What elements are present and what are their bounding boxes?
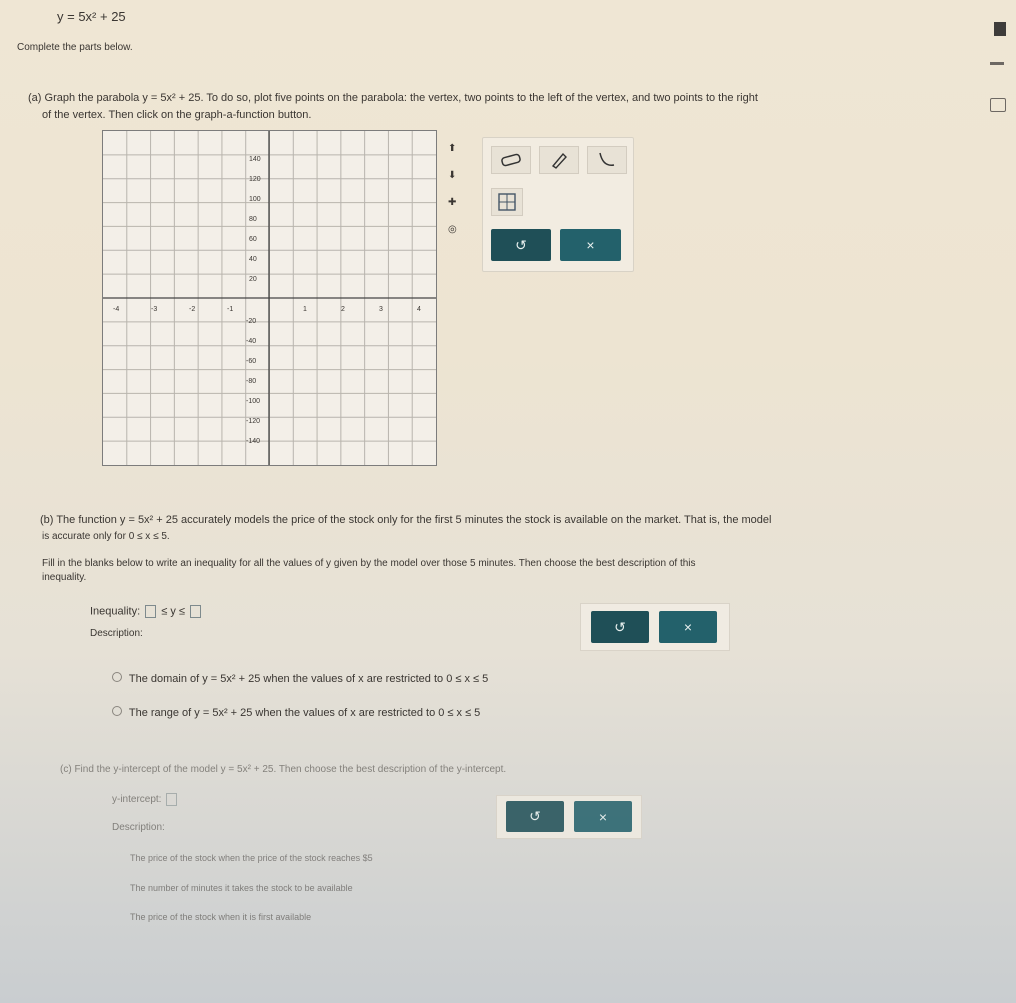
y-tick-label: 60 bbox=[249, 236, 257, 243]
x-tick-label: 1 bbox=[303, 306, 307, 313]
part-b-option-2[interactable]: The range of y = 5x² + 25 when the value… bbox=[112, 706, 480, 719]
part-c-option-1[interactable]: The price of the stock when the price of… bbox=[130, 853, 373, 863]
part-b-instr-2: inequality. bbox=[42, 572, 87, 583]
part-b-instr-1: Fill in the blanks below to write an ine… bbox=[42, 558, 696, 569]
part-b-option-2-text: The range of y = 5x² + 25 when the value… bbox=[128, 707, 481, 719]
part-b-option-1-text: The domain of y = 5x² + 25 when the valu… bbox=[128, 673, 489, 685]
y-tick-label: -100 bbox=[246, 398, 260, 405]
y-tick-label: -140 bbox=[246, 438, 260, 445]
radio-button[interactable] bbox=[112, 672, 122, 682]
x-tick-label: 3 bbox=[379, 306, 383, 313]
y-tick-label: 20 bbox=[249, 276, 257, 283]
part-b-undo-button[interactable]: ↺ bbox=[591, 611, 649, 643]
part-a-text-2: of the vertex. Then click on the graph-a… bbox=[42, 109, 312, 121]
part-c-clear-button[interactable]: × bbox=[574, 801, 632, 832]
x-tick-label: -3 bbox=[151, 306, 157, 313]
inequality-lower-input[interactable] bbox=[145, 605, 157, 618]
inequality-middle: ≤ y ≤ bbox=[161, 605, 185, 618]
y-tick-label: -20 bbox=[246, 318, 256, 325]
part-b-description-label: Description: bbox=[90, 628, 143, 639]
graph-clear-button[interactable]: × bbox=[560, 229, 621, 261]
x-tick-label: 4 bbox=[417, 306, 421, 313]
graph-canvas[interactable]: -4 -3 -2 -1 1 2 3 4 140 120 100 80 60 40 20 -20 -40 -60 -… bbox=[102, 130, 437, 466]
y-tick-label: 140 bbox=[249, 156, 261, 163]
part-c-option-3[interactable]: The price of the stock when it is first … bbox=[130, 912, 311, 922]
y-tick-label: -120 bbox=[246, 418, 260, 425]
grid-icon[interactable] bbox=[491, 188, 523, 216]
graph-undo-button[interactable]: ↺ bbox=[491, 229, 551, 261]
part-b-label: (b) bbox=[40, 514, 54, 526]
part-c-description-label: Description: bbox=[112, 822, 165, 833]
part-b-text-2: is accurate only for 0 ≤ x ≤ 5. bbox=[42, 531, 170, 542]
y-tick-label: -60 bbox=[246, 358, 256, 365]
part-c-undo-button[interactable]: ↺ bbox=[506, 801, 564, 832]
part-c-option-2[interactable]: The number of minutes it takes the stock… bbox=[130, 883, 353, 893]
y-intercept-label: y-intercept: bbox=[112, 794, 162, 806]
y-tick-label: 120 bbox=[249, 176, 261, 183]
y-tick-label: 100 bbox=[249, 196, 261, 203]
zoom-out-icon[interactable]: ⬇ bbox=[448, 170, 456, 181]
x-tick-label: -2 bbox=[189, 306, 195, 313]
x-tick-label: -1 bbox=[227, 306, 233, 313]
part-c-action-panel: ↺ × bbox=[496, 795, 642, 839]
y-tick-label: 40 bbox=[249, 256, 257, 263]
radio-button[interactable] bbox=[112, 706, 122, 716]
y-tick-label: 80 bbox=[249, 216, 257, 223]
instruction-text: Complete the parts below. bbox=[17, 42, 133, 53]
inequality-label: Inequality: bbox=[90, 605, 141, 618]
eraser-icon[interactable] bbox=[491, 146, 531, 174]
zoom-in-icon[interactable]: ⬆ bbox=[448, 143, 456, 154]
y-intercept-input[interactable] bbox=[166, 793, 178, 806]
x-tick-label: -4 bbox=[113, 306, 119, 313]
y-tick-label: -40 bbox=[246, 338, 256, 345]
reset-view-icon[interactable]: ◎ bbox=[448, 224, 457, 235]
part-b-action-panel: ↺ × bbox=[580, 603, 730, 651]
part-a-text-1: Graph the parabola y = 5x² + 25. To do s… bbox=[44, 92, 758, 104]
part-a-label: (a) bbox=[28, 92, 42, 104]
y-tick-label: -80 bbox=[246, 378, 256, 385]
pencil-icon[interactable] bbox=[539, 146, 579, 174]
part-b-text-1: The function y = 5x² + 25 accurately mod… bbox=[56, 514, 772, 526]
y-intercept-row: y-intercept: bbox=[112, 793, 179, 806]
part-c-text: Find the y-intercept of the model y = 5x… bbox=[74, 764, 507, 775]
part-b-option-1[interactable]: The domain of y = 5x² + 25 when the valu… bbox=[112, 672, 488, 685]
part-c-label: (c) bbox=[60, 764, 72, 775]
graph-tool-panel: ↺ × bbox=[482, 137, 634, 272]
graph-grid[interactable]: -4 -3 -2 -1 1 2 3 4 140 120 100 80 60 40 20 -20 -40 -60 -… bbox=[103, 131, 436, 465]
scroll-handle[interactable] bbox=[994, 22, 1006, 36]
pan-icon[interactable]: ✚ bbox=[448, 197, 456, 208]
part-b-clear-button[interactable]: × bbox=[659, 611, 717, 643]
x-tick-label: 2 bbox=[341, 306, 345, 313]
settings-icon[interactable] bbox=[990, 98, 1006, 112]
minimize-icon[interactable] bbox=[990, 62, 1004, 65]
inequality-upper-input[interactable] bbox=[190, 605, 202, 618]
inequality-row: Inequality: ≤ y ≤ bbox=[90, 605, 203, 618]
parabola-icon[interactable] bbox=[587, 146, 627, 174]
equation-header: y = 5x² + 25 bbox=[57, 9, 126, 24]
